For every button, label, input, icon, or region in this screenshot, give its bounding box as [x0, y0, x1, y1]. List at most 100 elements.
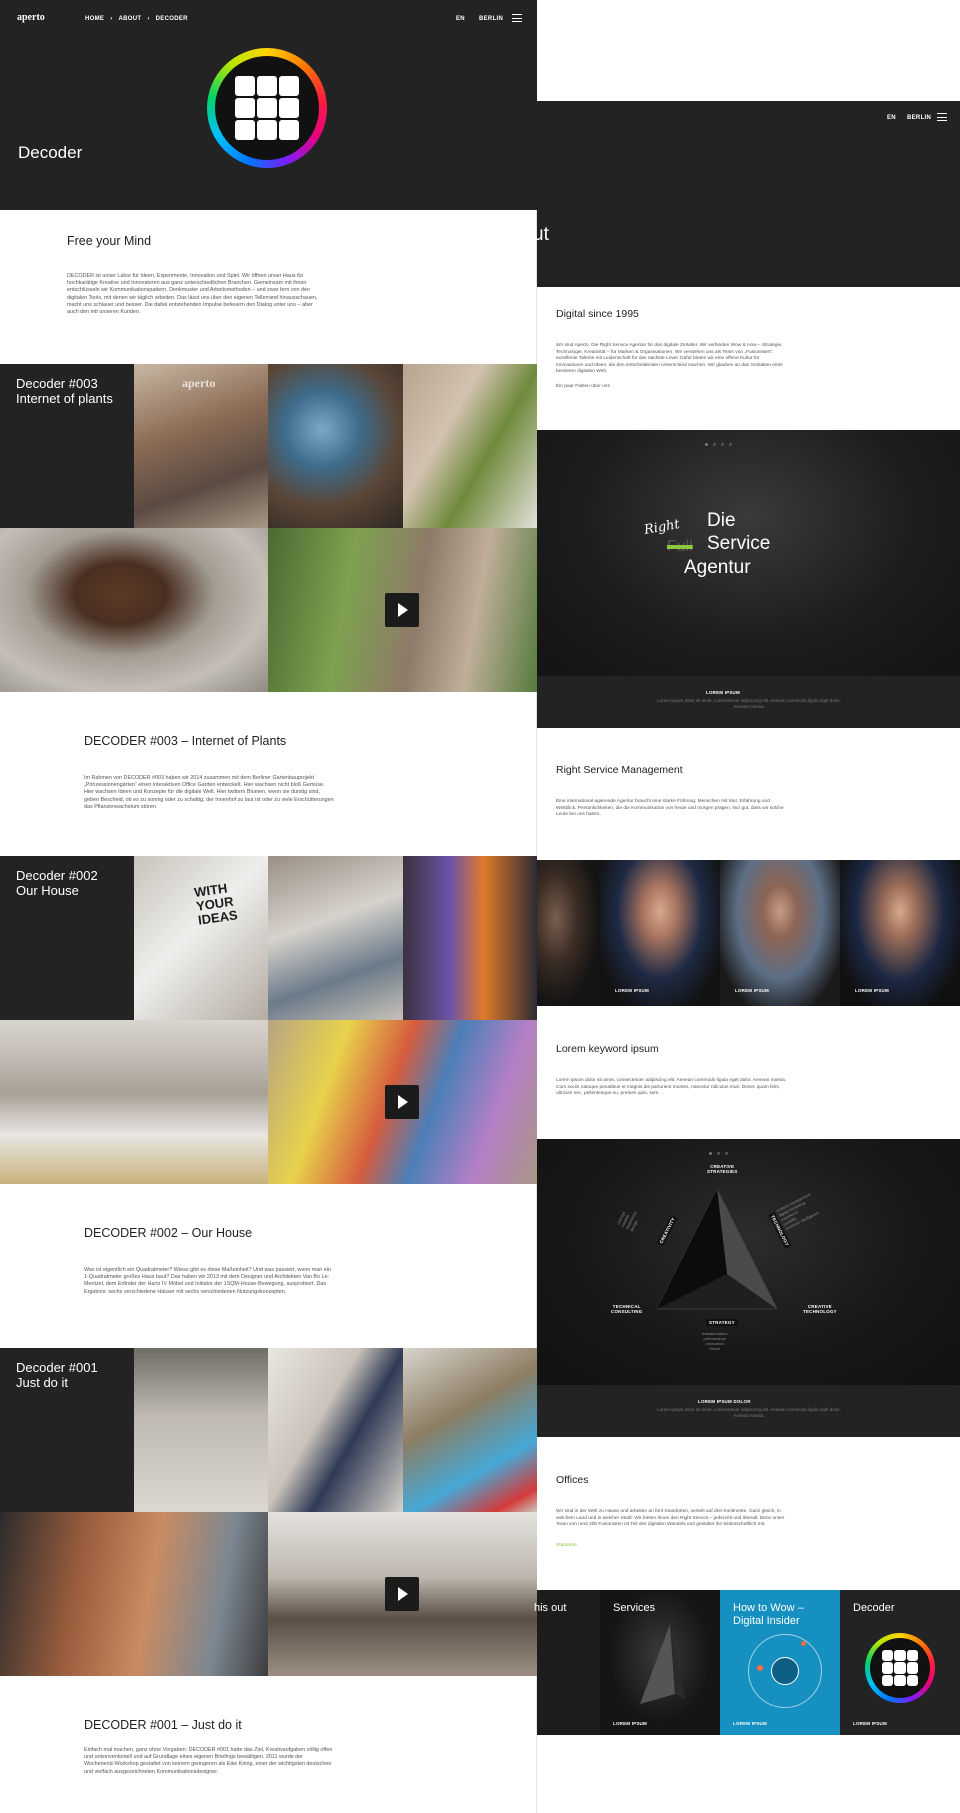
tile-title: Decoder #003 Internet of plants — [16, 376, 113, 406]
decoder-logo-icon — [207, 48, 327, 168]
photo-plant[interactable] — [403, 364, 537, 528]
teaser-how-to-wow[interactable]: How to Wow – Digital Insider LOREM IPSUM — [720, 1590, 840, 1735]
play-video-icon[interactable] — [385, 593, 419, 627]
sign-text: WITH YOUR IDEAS — [193, 880, 239, 928]
photo-dog[interactable] — [0, 528, 268, 692]
city-switch[interactable]: BERLIN — [479, 16, 503, 22]
menu-icon[interactable] — [937, 113, 947, 121]
teaser-title: Services — [613, 1602, 656, 1614]
play-video-icon[interactable] — [385, 1577, 419, 1611]
menu-icon[interactable] — [512, 14, 522, 22]
teaser-title: Decoder — [853, 1602, 895, 1614]
about-page: EN BERLIN ut Digital since 1995 Wir sind… — [533, 0, 960, 1813]
photo-juggler[interactable] — [403, 1348, 537, 1512]
rsm-title: Right Service Management — [556, 764, 683, 776]
photo-sign[interactable]: WITH YOUR IDEAS — [134, 856, 268, 1020]
breadcrumb-sep: › — [110, 16, 113, 22]
slogan-script: Right — [642, 516, 681, 539]
photo-workshop[interactable] — [268, 856, 403, 1020]
photo-watermark: aperto — [182, 376, 216, 390]
teaser-decoder[interactable]: Decoder LOREM IPSUM — [840, 1590, 960, 1735]
digital-link[interactable]: Ein paar Fakten über uns — [556, 383, 610, 390]
digital-title: Digital since 1995 — [556, 308, 639, 320]
project-text-003: Im Rahmen von DECODER #003 haben wir 201… — [84, 775, 334, 810]
portrait-label: LOREM IPSUM — [735, 988, 769, 993]
slide-caption: LOREM IPSUM DOLOR Lorem ipsum dolor sit … — [537, 1385, 960, 1437]
breadcrumb: HOME › ABOUT › DECODER — [85, 16, 188, 22]
photo-houses[interactable] — [268, 1020, 537, 1184]
slogan-line2: Service — [707, 533, 771, 554]
photo-talk[interactable] — [268, 1348, 403, 1512]
photo-crowd-courtyard[interactable] — [0, 1512, 268, 1676]
breadcrumb-home[interactable]: HOME — [85, 16, 104, 22]
slide-dots[interactable] — [705, 443, 732, 446]
photo-orange-house[interactable] — [403, 856, 537, 1020]
project-text-001: Einfach mal machen, ganz ohne Vorgaben: … — [84, 1747, 333, 1775]
globe-icon — [748, 1634, 822, 1708]
lang-switch[interactable]: EN — [887, 115, 896, 121]
portrait-4[interactable]: LOREM IPSUM — [840, 860, 960, 1006]
creativity-words: concept content experience design — [615, 1210, 639, 1233]
about-hero: EN BERLIN — [537, 101, 960, 287]
city-switch[interactable]: BERLIN — [907, 115, 931, 121]
corner-left: TECHNICAL CONSULTING — [611, 1304, 643, 1314]
teaser-label: LOREM IPSUM — [613, 1721, 647, 1726]
offices-link[interactable]: Standorte — [556, 1543, 577, 1548]
teaser-check-out[interactable]: his out — [534, 1590, 600, 1735]
rsm-text: Eine international agierende Agentur bra… — [556, 799, 784, 818]
project-title-003: DECODER #003 – Internet of Plants — [84, 734, 287, 748]
tile-title: Decoder #002 Our House — [16, 868, 98, 898]
hero: aperto HOME › ABOUT › DECODER EN BERLIN De… — [0, 0, 537, 210]
keyword-title: Lorem keyword ipsum — [556, 1043, 659, 1055]
photo-audience[interactable] — [268, 1512, 537, 1676]
strategy-slide: CREATIVE STRATEGIES CREATIVITY TECHNOLOG… — [537, 1139, 960, 1385]
teaser-label: LOREM IPSUM — [733, 1721, 767, 1726]
project-text-002: Was ist eigentlich ein Quadratmeter? Wie… — [84, 1267, 331, 1295]
project-tile-002[interactable]: Decoder #002 Our House — [0, 856, 134, 1020]
strategy-triangle — [656, 1187, 778, 1310]
portrait-label: LOREM IPSUM — [855, 988, 889, 993]
photo-group[interactable] — [0, 1020, 268, 1184]
slide-dots[interactable] — [709, 1152, 728, 1155]
play-video-icon[interactable] — [385, 1085, 419, 1119]
teaser-row: his out Services LOREM IPSUM How to Wow … — [534, 1590, 960, 1735]
teaser-label: LOREM IPSUM — [853, 1721, 887, 1726]
decoder-logo-icon — [865, 1633, 935, 1703]
lang-switch[interactable]: EN — [456, 16, 465, 22]
teaser-services[interactable]: Services LOREM IPSUM — [600, 1590, 720, 1735]
people-strip: LOREM IPSUM LOREM IPSUM LOREM IPSUM — [537, 860, 960, 1006]
photo-robot[interactable] — [268, 364, 403, 528]
strategy-words: transformation performance innovation br… — [702, 1331, 728, 1351]
slogan-line1: Die — [707, 510, 736, 531]
photo-hall[interactable] — [134, 1348, 268, 1512]
prism-icon — [640, 1624, 685, 1704]
photo-garden[interactable] — [268, 528, 537, 692]
label-top: CREATIVE STRATEGIES — [707, 1164, 738, 1174]
teaser-title: How to Wow – Digital Insider — [733, 1602, 804, 1627]
caption-text: Lorem ipsum dolor sit amet, consectetuer… — [657, 1407, 841, 1418]
photo-courtyard[interactable]: aperto — [134, 364, 268, 528]
portrait-3[interactable]: LOREM IPSUM — [720, 860, 840, 1006]
breadcrumb-sep: › — [147, 16, 150, 22]
project-tile-003[interactable]: Decoder #003 Internet of plants — [0, 364, 134, 528]
decoder-page: aperto HOME › ABOUT › DECODER EN BERLIN De… — [0, 0, 537, 1813]
breadcrumb-about[interactable]: ABOUT — [119, 16, 142, 22]
portrait-2[interactable]: LOREM IPSUM — [600, 860, 720, 1006]
corner-right: CREATIVE TECHNOLOGY — [803, 1304, 837, 1314]
project-title-002: DECODER #002 – Our House — [84, 1226, 253, 1240]
label-strategy: STRATEGY — [706, 1319, 738, 1326]
breadcrumb-decoder[interactable]: DECODER — [156, 16, 188, 22]
slide-caption: LOREM IPSUM Lorem ipsum dolor sit amet, … — [537, 676, 960, 728]
intro-text: DECODER ist unser Labor für Ideen, Exper… — [67, 273, 318, 316]
page-title: Decoder — [18, 143, 83, 162]
project-title-001: DECODER #001 – Just do it — [84, 1718, 242, 1732]
tile-title: Decoder #001 Just do it — [16, 1360, 98, 1390]
project-tile-001[interactable]: Decoder #001 Just do it — [0, 1348, 134, 1512]
offices-title: Offices — [556, 1474, 589, 1486]
intro-title: Free your Mind — [67, 234, 152, 248]
portrait-label: LOREM IPSUM — [615, 988, 649, 993]
logo[interactable]: aperto — [17, 12, 45, 23]
portrait-1[interactable] — [537, 860, 600, 1006]
caption-title: LOREM IPSUM — [706, 690, 740, 695]
teaser-title: his out — [534, 1602, 567, 1614]
